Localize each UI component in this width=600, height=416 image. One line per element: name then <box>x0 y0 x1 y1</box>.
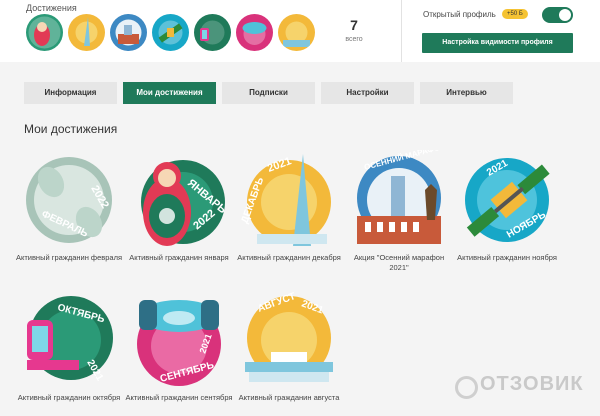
profile-settings-panel: Открытый профиль +50 Б Настройка видимос… <box>402 0 600 62</box>
open-profile-label: Открытый профиль <box>423 10 496 19</box>
badge-january-image: ЯНВАРЬ 2022 <box>141 160 227 246</box>
badge-november[interactable]: 2021 НОЯБРЬ Активный гражданин ноября <box>452 150 562 263</box>
mini-badge-marathon[interactable] <box>110 14 147 51</box>
badge-february-label: Активный гражданин февраля <box>15 253 123 262</box>
watermark-text: ОТЗОВИК <box>480 373 584 395</box>
mini-badge-september[interactable] <box>236 14 273 51</box>
badge-february[interactable]: 2022 ФЕВРАЛЬ Активный гражданин февраля <box>14 150 124 263</box>
mini-badge-august[interactable] <box>278 14 315 51</box>
badge-january-label: Активный гражданин января <box>129 253 229 262</box>
badge-february-image: 2022 ФЕВРАЛЬ <box>26 157 112 243</box>
tab-info[interactable]: Информация <box>24 82 117 104</box>
achievements-count: 7 всего <box>334 17 374 43</box>
badge-marathon-label: Акция "Осенний марафон 2021" <box>353 253 445 272</box>
badge-october-image: ОКТЯБРЬ 2021 <box>27 296 113 383</box>
count-label: всего <box>345 36 363 43</box>
open-profile-toggle[interactable] <box>542 7 573 23</box>
points-badge: +50 Б <box>502 9 528 19</box>
badge-january[interactable]: ЯНВАРЬ 2022 Активный гражданин января <box>124 150 234 263</box>
count-number: 7 <box>350 17 358 33</box>
achievements-title: Достижения <box>26 3 77 13</box>
profile-tabs: Информация Мои достижения Подписки Настр… <box>24 82 513 104</box>
profile-visibility-button[interactable]: Настройка видимости профиля <box>422 33 573 53</box>
badge-marathon[interactable]: ОСЕННИЙ МАРАФОН Акция "Осенний марафон 2… <box>344 150 454 273</box>
profile-header: Достижения 7 всего Открытый профиль +50 … <box>0 0 600 62</box>
badge-september-label: Активный гражданин сентября <box>125 393 233 402</box>
achievements-summary: Достижения 7 всего <box>24 0 394 62</box>
badge-december-label: Активный гражданин декабря <box>237 253 341 262</box>
badge-november-image: 2021 НОЯБРЬ <box>465 158 550 242</box>
badge-august-image: АВГУСТ 2021 <box>245 291 333 382</box>
mini-badge-december[interactable] <box>68 14 105 51</box>
badge-december[interactable]: 2021 ДЕКАБРЬ Активный гражданин декабря <box>234 150 344 263</box>
toggle-knob <box>559 9 571 21</box>
section-title: Мои достижения <box>24 122 118 136</box>
badge-december-image: 2021 ДЕКАБРЬ <box>241 154 331 246</box>
tab-subscriptions[interactable]: Подписки <box>222 82 315 104</box>
mini-badge-january[interactable] <box>26 14 63 51</box>
badge-september[interactable]: СЕНТЯБРЬ 2021 Активный гражданин сентябр… <box>124 290 234 403</box>
badge-october-label: Активный гражданин октября <box>17 393 121 402</box>
mini-badges-row <box>26 14 315 51</box>
mini-badge-october[interactable] <box>194 14 231 51</box>
badge-august-label: Активный гражданин августа <box>238 393 340 402</box>
badge-november-label: Активный гражданин ноября <box>457 253 557 262</box>
mini-badge-november[interactable] <box>152 14 189 51</box>
badge-marathon-image: ОСЕННИЙ МАРАФОН <box>357 150 447 244</box>
tab-my-achievements[interactable]: Мои достижения <box>123 82 216 104</box>
badge-september-image: СЕНТЯБРЬ 2021 <box>137 300 221 386</box>
badge-october[interactable]: ОКТЯБРЬ 2021 Активный гражданин октября <box>14 290 124 403</box>
badge-august[interactable]: АВГУСТ 2021 Активный гражданин августа <box>234 290 344 403</box>
tab-interview[interactable]: Интервью <box>420 82 513 104</box>
tab-settings[interactable]: Настройки <box>321 82 414 104</box>
watermark: ОТЗОВИК <box>452 373 584 396</box>
